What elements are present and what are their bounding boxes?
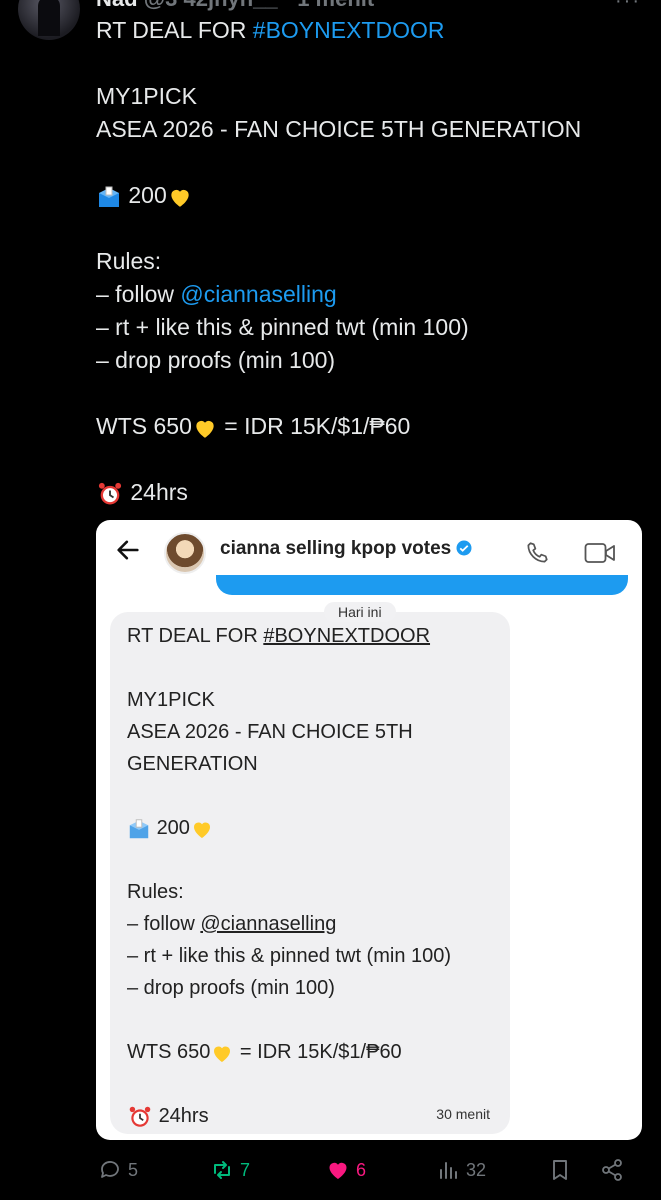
message-line: – rt + like this & pinned twt (min 100) <box>127 945 452 967</box>
yellow-heart-icon <box>193 822 210 838</box>
alarm-clock-icon <box>98 482 122 505</box>
author-name[interactable]: Nad <box>96 0 138 11</box>
bookmark-icon <box>553 1160 567 1180</box>
like-button[interactable]: 6 <box>326 1158 366 1182</box>
message-line: Rules: <box>127 881 184 903</box>
like-count: 6 <box>356 1159 367 1180</box>
hashtag-link[interactable]: #BOYNEXTDOOR <box>253 17 445 43</box>
message-line: ASEA 2026 - FAN CHOICE 5TH <box>127 721 413 743</box>
message-bubble: RT DEAL FOR #BOYNEXTDOOR MY1PICK ASEA 20… <box>110 612 510 1134</box>
tweet-line: Rules: <box>96 248 162 274</box>
repost-button[interactable]: 7 <box>210 1158 250 1182</box>
share-icon <box>602 1159 622 1181</box>
tweet-line: = IDR 15K/$1/₱60 <box>217 413 411 439</box>
message-line: GENERATION <box>127 753 258 775</box>
tweet-line: WTS 650 <box>96 413 192 439</box>
message-line: 24hrs <box>158 1105 209 1127</box>
heart-icon <box>329 1162 347 1179</box>
tweet-line: – rt + like this & pinned twt (min 100) <box>96 314 469 340</box>
mention-link[interactable]: @ciannaselling <box>180 281 336 307</box>
message-text: RT DEAL FOR #BOYNEXTDOOR MY1PICK ASEA 20… <box>127 620 451 1132</box>
attached-screenshot[interactable]: cianna selling kpop votes RT DEAL FOR #B… <box>96 520 642 1140</box>
hashtag-text: #BOYNEXTDOOR <box>263 625 431 647</box>
date-chip: Hari ini <box>324 602 396 622</box>
video-call-icon <box>584 543 615 563</box>
reply-count: 5 <box>128 1159 139 1180</box>
yellow-heart-icon <box>171 189 189 207</box>
mention-text: @ciannaselling <box>200 913 337 935</box>
author-handle: @3 42jnyh__ · 1 menit <box>144 0 375 11</box>
tweet-line: 200 <box>128 182 167 208</box>
yellow-heart-icon <box>196 420 214 438</box>
previous-message-bubble <box>216 575 628 595</box>
contact-name: cianna selling kpop votes <box>220 538 473 560</box>
message-line: 200 <box>156 817 190 839</box>
author-avatar[interactable] <box>18 0 80 40</box>
more-options-icon[interactable]: ··· <box>615 0 641 13</box>
tweet-line: – follow <box>96 281 181 307</box>
back-arrow-icon <box>117 540 139 560</box>
verified-badge-icon <box>456 540 472 556</box>
message-line: MY1PICK <box>127 689 215 711</box>
tweet-text: RT DEAL FOR #BOYNEXTDOOR MY1PICK ASEA 20… <box>96 14 641 509</box>
views-count: 32 <box>466 1159 487 1180</box>
views-button[interactable]: 32 <box>436 1158 486 1182</box>
tweet-line: MY1PICK <box>96 83 197 109</box>
tweet-line: 24hrs <box>130 479 188 505</box>
alarm-clock-icon <box>129 1106 151 1127</box>
tweet-line: – drop proofs (min 100) <box>96 347 336 373</box>
tweet-actions: 5 7 6 32 <box>0 1150 661 1196</box>
repost-count: 7 <box>240 1159 251 1180</box>
message-line: – drop proofs (min 100) <box>127 977 335 999</box>
reply-button[interactable]: 5 <box>98 1158 138 1182</box>
message-time: 30 menit <box>436 1106 490 1122</box>
ballot-box-icon <box>99 186 119 207</box>
bookmark-button[interactable] <box>548 1158 572 1182</box>
author-header: Nad @3 42jnyh__ · 1 menit <box>96 0 374 12</box>
repost-icon <box>214 1161 230 1179</box>
phone-icon <box>527 542 548 563</box>
reply-icon <box>101 1161 119 1178</box>
analytics-icon <box>440 1162 457 1179</box>
tweet-line: RT DEAL FOR <box>96 17 253 43</box>
ballot-box-icon <box>129 819 149 838</box>
share-button[interactable] <box>600 1158 624 1182</box>
yellow-heart-icon <box>214 1046 231 1062</box>
contact-avatar <box>164 532 206 574</box>
tweet-line: ASEA 2026 - FAN CHOICE 5TH GENERATION <box>96 116 582 142</box>
